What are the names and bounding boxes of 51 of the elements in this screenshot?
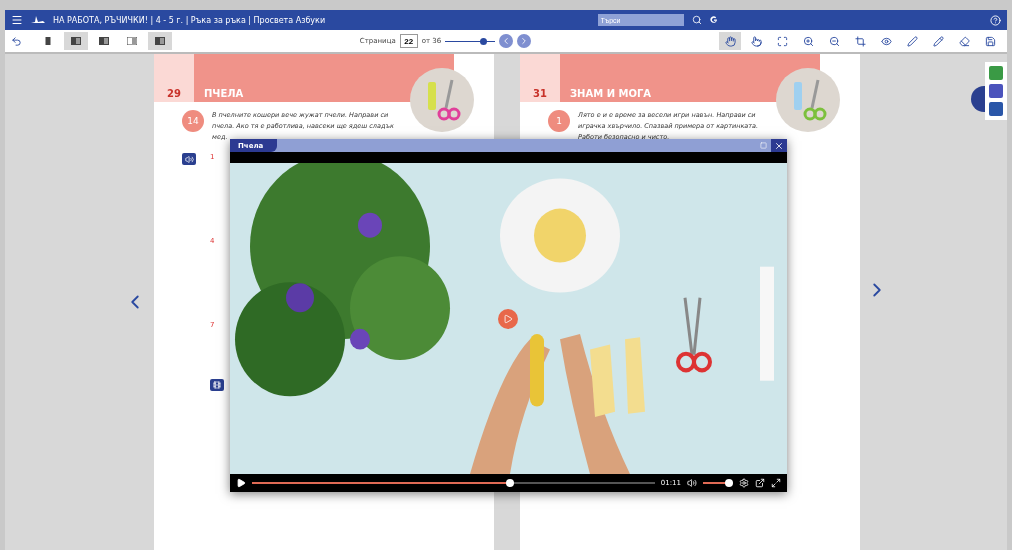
task-badge: 1 [548, 110, 570, 132]
close-icon [774, 140, 784, 151]
eraser-icon [958, 35, 970, 47]
zoom-in-icon [802, 35, 814, 47]
previous-page-button[interactable] [499, 34, 514, 48]
search-icon[interactable] [691, 15, 702, 25]
save-icon [984, 35, 996, 47]
settings-icon[interactable] [739, 478, 749, 488]
task-badge: 14 [182, 110, 204, 132]
lesson-title: ПЧЕЛА [203, 88, 244, 101]
volume-icon[interactable] [687, 478, 697, 488]
zoom-out-icon [828, 35, 840, 47]
page-layout-icon [71, 37, 81, 45]
page-number: 31 [520, 54, 560, 102]
menu-icon[interactable] [11, 14, 23, 26]
audio-button[interactable] [182, 153, 196, 165]
view-mode-button[interactable] [148, 32, 172, 50]
pointer-icon [750, 35, 762, 47]
fullscreen-icon [776, 35, 788, 47]
book-title: НА РАБОТА, РЪЧИЧКИ! | 4 - 5 г. | Ръка за ръка | Просвета Азбуки [53, 15, 326, 25]
volume-thumb[interactable] [724, 479, 733, 487]
fullscreen-icon[interactable] [771, 478, 781, 488]
close-button[interactable] [771, 139, 787, 152]
window-icon [759, 142, 767, 149]
eye-icon [880, 35, 892, 47]
hand-button[interactable] [719, 32, 741, 50]
video-button[interactable] [210, 379, 224, 391]
page-layout-icon [155, 37, 165, 45]
play-icon [503, 314, 513, 324]
pen-icon [906, 35, 918, 47]
page-layout-icon [99, 37, 109, 45]
popout-icon[interactable] [755, 478, 765, 488]
side-panel-tab[interactable] [971, 86, 985, 112]
speaker-icon [184, 154, 194, 164]
logo-icon [31, 16, 45, 24]
film-icon [213, 381, 221, 389]
view-mode-button[interactable] [64, 32, 88, 50]
page-layout-icon [43, 37, 53, 45]
lesson-title: ЗНАМ И МОГА [569, 88, 652, 101]
page-number: 29 [154, 54, 194, 102]
page-field[interactable]: 22 [399, 34, 418, 48]
undo-icon[interactable] [11, 35, 22, 47]
page-layout-icon [127, 37, 137, 45]
next-page-button[interactable] [517, 34, 532, 48]
pencil-icon [932, 35, 944, 47]
crop-icon [854, 35, 866, 47]
progress-thumb[interactable] [505, 479, 514, 487]
play-icon[interactable] [236, 478, 246, 488]
help-icon[interactable] [990, 14, 1001, 26]
zoom-thumb[interactable] [479, 37, 487, 45]
hand-icon [724, 35, 736, 47]
